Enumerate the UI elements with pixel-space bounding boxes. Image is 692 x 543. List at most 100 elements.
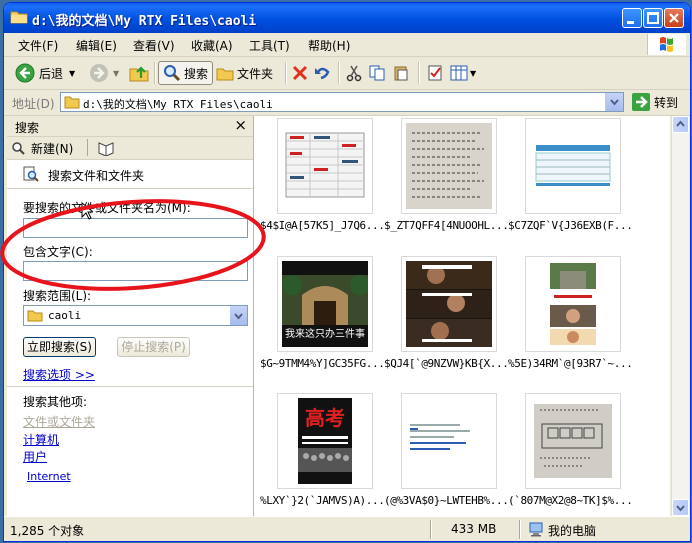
forward-arrow-icon <box>90 64 108 82</box>
delete-x-icon <box>292 65 308 81</box>
toolbar-separator <box>338 62 340 84</box>
paste-button[interactable] <box>392 61 410 85</box>
other-files-folders-link[interactable]: 文件或文件夹 <box>23 413 95 430</box>
thumbnail-image <box>530 123 616 209</box>
title-bar[interactable]: d:\我的文档\My RTX Files\caoli <box>4 3 690 33</box>
other-internet-link[interactable]: Internet <box>27 470 71 483</box>
file-thumbnail[interactable]: $C7ZQF`V{J36EXB(F... <box>508 118 632 248</box>
close-button[interactable] <box>664 8 684 28</box>
copy-icon <box>369 65 385 81</box>
forward-dropdown-icon: ▼ <box>113 68 120 78</box>
chevron-down-icon <box>610 99 619 106</box>
menu-help[interactable]: 帮助(H) <box>308 37 350 54</box>
status-divider <box>430 520 432 539</box>
thumbnail-frame <box>277 118 373 214</box>
thumbnail-image <box>406 123 492 209</box>
book-icon[interactable] <box>97 140 115 156</box>
file-thumbnail[interactable]: $_ZT7QFF4[4NUOOHL... <box>384 118 508 248</box>
thumbnail-caption: 高考 <box>305 406 345 430</box>
search-now-button[interactable]: 立即搜索(S) <box>23 337 96 357</box>
address-input[interactable]: d:\我的文档\My RTX Files\caoli <box>60 92 624 112</box>
scissors-icon <box>346 65 362 82</box>
file-thumbnail[interactable]: 我来这只办三件事 $G~9TMM4%Y]GC35FG... <box>260 256 384 386</box>
stop-search-button[interactable]: 停止搜索(P) <box>117 337 190 357</box>
thumbnail-image <box>282 123 368 209</box>
thumbnail-image <box>530 261 616 347</box>
menu-favorites[interactable]: 收藏(A) <box>191 37 233 54</box>
file-name: %LXY`}2(`JAMVS)A)... <box>260 494 384 507</box>
contains-text-input[interactable] <box>23 261 248 281</box>
thumbnail-frame <box>401 118 497 214</box>
menu-tools[interactable]: 工具(T) <box>249 37 290 54</box>
location-label: 我的电脑 <box>548 524 597 538</box>
thumbnail-image: 我来这只办三件事 <box>282 261 368 347</box>
file-thumbnail[interactable]: (`807M@X2@8~TK]$%... <box>508 393 632 523</box>
vertical-scrollbar[interactable] <box>671 116 689 516</box>
file-thumbnail[interactable]: %5E)34RM`@[93R7`~... <box>508 256 632 386</box>
thumbnail-frame <box>525 393 621 489</box>
back-dropdown-icon[interactable]: ▼ <box>69 69 75 78</box>
look-in-dropdown-button[interactable] <box>230 306 247 325</box>
magnifier-icon <box>164 65 181 82</box>
delete-button[interactable] <box>291 61 309 85</box>
go-button[interactable]: 转到 <box>632 93 678 111</box>
search-pane-toolbar: 新建(N) <box>7 137 253 160</box>
address-dropdown-button[interactable] <box>605 93 623 111</box>
undo-icon <box>315 67 330 80</box>
back-label: 后退 <box>39 66 64 81</box>
search-other-label: 搜索其他项: <box>23 395 88 409</box>
filename-input[interactable] <box>23 218 248 238</box>
back-button[interactable]: 后退 ▼ <box>14 61 75 85</box>
my-computer-icon <box>529 522 543 537</box>
search-options-link[interactable]: 搜索选项 >> <box>23 366 95 383</box>
explorer-window: d:\我的文档\My RTX Files\caoli 文件(F) 编辑(E) 查… <box>3 2 691 542</box>
scroll-up-button[interactable] <box>672 116 689 133</box>
new-search-button[interactable]: 新建(N) <box>31 140 73 157</box>
file-name: $C7ZQF`V{J36EXB(F... <box>508 219 632 232</box>
undo-button[interactable] <box>313 61 331 85</box>
properties-icon <box>428 65 442 81</box>
thumbnail-frame: 我来这只办三件事 <box>277 256 373 352</box>
thumbnail-frame <box>525 256 621 352</box>
search-pane: 搜索 × 新建(N) 搜索文件和文件夹 要搜索的文件或文件夹名为(M): 包含文… <box>7 116 254 516</box>
cut-button[interactable] <box>345 61 363 85</box>
search-files-heading: 搜索文件和文件夹 <box>48 169 145 183</box>
search-pane-header: 搜索 × <box>7 116 253 137</box>
look-in-value: caoli <box>48 309 82 322</box>
menu-file[interactable]: 文件(F) <box>18 37 58 54</box>
divider <box>7 386 253 387</box>
other-people-link[interactable]: 用户 <box>23 448 47 465</box>
menu-edit[interactable]: 编辑(E) <box>76 37 117 54</box>
look-in-label: 搜索范围(L): <box>23 289 92 303</box>
file-list-view[interactable]: $4$I@A[57K5]_J7Q6... $_ZT7QFF4[4NUOOHL..… <box>254 116 670 516</box>
folders-button[interactable]: 文件夹 <box>216 61 273 85</box>
contains-text-label: 包含文字(C): <box>23 245 93 259</box>
file-thumbnail[interactable]: (@%3VA$0}~LWTEHB%... <box>384 393 508 523</box>
properties-button[interactable] <box>426 61 444 85</box>
chevron-up-icon <box>676 120 685 127</box>
minimize-icon <box>627 21 634 24</box>
forward-button[interactable]: ▼ <box>88 61 119 85</box>
status-divider <box>519 520 521 539</box>
other-computers-link[interactable]: 计算机 <box>23 431 59 448</box>
minimize-button[interactable] <box>622 8 642 28</box>
thumbnail-frame <box>401 256 497 352</box>
file-thumbnail[interactable]: $4$I@A[57K5]_J7Q6... <box>260 118 384 248</box>
scroll-down-button[interactable] <box>672 499 689 516</box>
look-in-select[interactable]: caoli <box>23 305 248 326</box>
search-button[interactable]: 搜索 <box>158 61 214 85</box>
file-thumbnail[interactable]: $QJ4[`@9NZVW}KB{X... <box>384 256 508 386</box>
standard-toolbar: 后退 ▼ ▼ 搜索 文件夹 ▼ <box>4 57 690 90</box>
file-name: (@%3VA$0}~LWTEHB%... <box>384 494 508 507</box>
close-icon <box>669 13 679 23</box>
window-title: d:\我的文档\My RTX Files\caoli <box>32 14 257 29</box>
menu-view[interactable]: 查看(V) <box>133 37 175 54</box>
paste-icon <box>394 66 408 81</box>
file-name: %5E)34RM`@[93R7`~... <box>508 357 632 370</box>
maximize-button[interactable] <box>643 8 663 28</box>
views-button[interactable]: ▼ <box>450 61 476 85</box>
close-pane-icon[interactable]: × <box>234 116 247 134</box>
copy-button[interactable] <box>368 61 386 85</box>
up-folder-button[interactable] <box>128 61 150 85</box>
file-thumbnail[interactable]: 高考 %LXY`}2(`JAMVS)A)... <box>260 393 384 523</box>
